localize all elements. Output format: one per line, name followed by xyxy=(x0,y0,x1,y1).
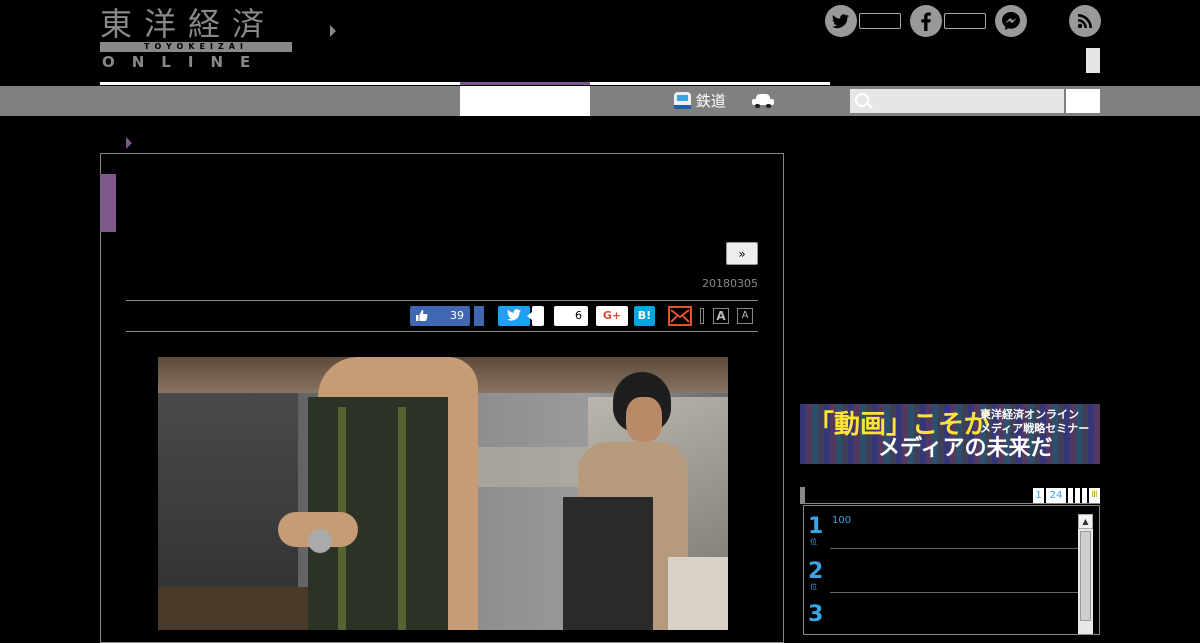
ranking-tab-6[interactable]: Ⅲ xyxy=(1089,488,1100,503)
rank-suffix: 位 xyxy=(810,583,817,591)
print-button[interactable] xyxy=(700,308,704,324)
search-button[interactable] xyxy=(1066,89,1100,113)
twitter-icon xyxy=(507,309,521,321)
facebook-share-button[interactable] xyxy=(474,306,484,326)
twitter-icon[interactable] xyxy=(825,5,857,37)
search-input[interactable] xyxy=(850,89,1064,113)
thumbs-up-icon xyxy=(415,309,428,329)
rank-number: 2 xyxy=(808,559,824,584)
rank-number: 3 xyxy=(808,602,824,627)
ranking-tab-3[interactable] xyxy=(1068,488,1073,503)
ranking-tab-5[interactable] xyxy=(1082,488,1087,503)
rank-item-title[interactable]: 100 xyxy=(832,515,851,526)
nav-tab-active[interactable] xyxy=(460,86,590,116)
banner-tagline: メディアの未来だ xyxy=(878,436,1053,461)
site-logo[interactable]: 東洋経済 TOYOKEIZAI ONLINE xyxy=(100,6,295,72)
seminar-banner[interactable]: 「動画」こそが 東洋経済オンライン メディア戦略セミナー メディアの未来だ xyxy=(800,404,1100,464)
logo-kanji: 東洋経済 xyxy=(100,5,277,43)
twitter-follow-count xyxy=(859,13,901,29)
messenger-icon[interactable] xyxy=(995,5,1027,37)
facebook-icon[interactable] xyxy=(910,5,942,37)
nav-item-car[interactable] xyxy=(752,86,774,116)
caret-right-icon xyxy=(330,25,336,37)
article-category-tag xyxy=(100,174,116,232)
font-size-small-button[interactable]: A xyxy=(737,308,753,324)
menu-toggle[interactable] xyxy=(1086,48,1100,73)
ranking-tab-24h[interactable]: 24 xyxy=(1046,488,1066,503)
logo-romaji: TOYOKEIZAI xyxy=(100,42,292,52)
train-icon xyxy=(674,92,691,109)
next-page-button[interactable]: » xyxy=(726,242,758,265)
nav-active-border xyxy=(460,82,590,85)
logo-online: ONLINE xyxy=(102,53,268,71)
mail-icon[interactable] xyxy=(668,306,692,326)
ranking-tab-1h[interactable]: 1 xyxy=(1033,488,1044,503)
nav-item-railway[interactable]: 鉄道 xyxy=(674,86,726,116)
car-icon xyxy=(752,94,774,108)
google-plus-button[interactable]: G+ xyxy=(596,306,628,326)
facebook-like-count: 39 xyxy=(450,309,464,322)
banner-subtitle-2: メディア戦略セミナー xyxy=(980,422,1090,435)
facebook-like-button[interactable]: 39 xyxy=(410,306,470,326)
rank-suffix: 位 xyxy=(810,538,817,546)
rss-icon[interactable] xyxy=(1069,5,1101,37)
pocket-count: 6 xyxy=(554,306,588,326)
facebook-follow-count xyxy=(944,13,986,29)
article-photo xyxy=(158,357,728,630)
divider xyxy=(126,331,758,332)
banner-subtitle-1: 東洋経済オンライン xyxy=(980,408,1079,421)
search-icon xyxy=(855,93,869,107)
scroll-up-icon[interactable]: ▲ xyxy=(1078,514,1093,529)
rank-number: 1 xyxy=(808,514,824,539)
divider xyxy=(126,300,758,301)
breadcrumb-arrow-icon xyxy=(126,137,132,149)
scrollbar-thumb[interactable] xyxy=(1080,531,1091,621)
tweet-button[interactable] xyxy=(498,306,530,326)
hatena-bookmark-button[interactable]: B! xyxy=(634,306,655,326)
nav-item-label: 鉄道 xyxy=(695,92,726,110)
divider xyxy=(830,548,1078,549)
divider xyxy=(830,592,1078,593)
ranking-header-marker xyxy=(800,487,805,503)
font-size-large-button[interactable]: A xyxy=(713,308,729,324)
tweet-count xyxy=(527,306,544,326)
ranking-tab-4[interactable] xyxy=(1075,488,1080,503)
ranking-header-line xyxy=(800,503,1100,504)
article-date: 20180305 xyxy=(702,277,758,290)
